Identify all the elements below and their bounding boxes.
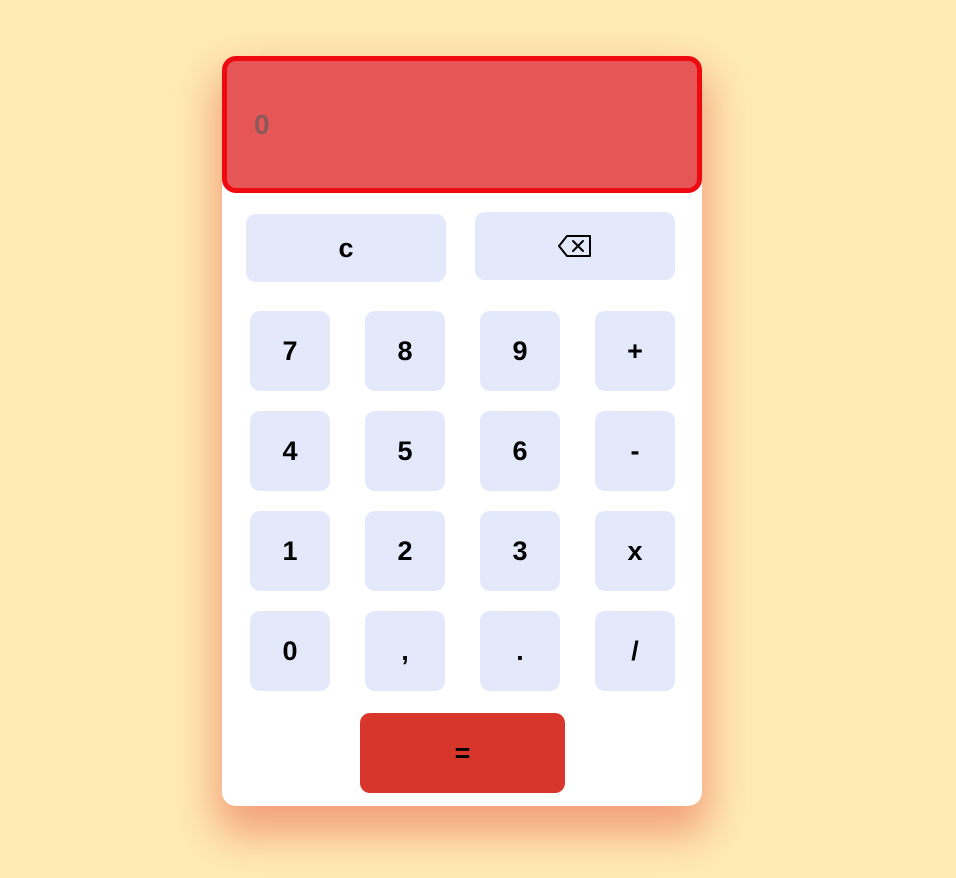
key-multiply[interactable]: x <box>595 511 675 591</box>
key-0[interactable]: 0 <box>250 611 330 691</box>
display: 0 <box>222 56 702 193</box>
key-6[interactable]: 6 <box>480 411 560 491</box>
key-divide[interactable]: / <box>595 611 675 691</box>
key-1[interactable]: 1 <box>250 511 330 591</box>
key-minus[interactable]: - <box>595 411 675 491</box>
key-7[interactable]: 7 <box>250 311 330 391</box>
equals-button[interactable]: = <box>360 713 565 793</box>
key-comma[interactable]: , <box>365 611 445 691</box>
backspace-icon <box>558 235 591 257</box>
key-plus[interactable]: + <box>595 311 675 391</box>
key-3[interactable]: 3 <box>480 511 560 591</box>
key-4[interactable]: 4 <box>250 411 330 491</box>
calculator: 0 c 7 8 9 + 4 5 6 - 1 2 3 x 0 , . / = <box>222 56 702 806</box>
key-9[interactable]: 9 <box>480 311 560 391</box>
clear-button[interactable]: c <box>246 214 446 282</box>
key-5[interactable]: 5 <box>365 411 445 491</box>
display-value: 0 <box>254 109 270 140</box>
key-decimal[interactable]: . <box>480 611 560 691</box>
key-8[interactable]: 8 <box>365 311 445 391</box>
backspace-button[interactable] <box>475 212 675 280</box>
key-2[interactable]: 2 <box>365 511 445 591</box>
